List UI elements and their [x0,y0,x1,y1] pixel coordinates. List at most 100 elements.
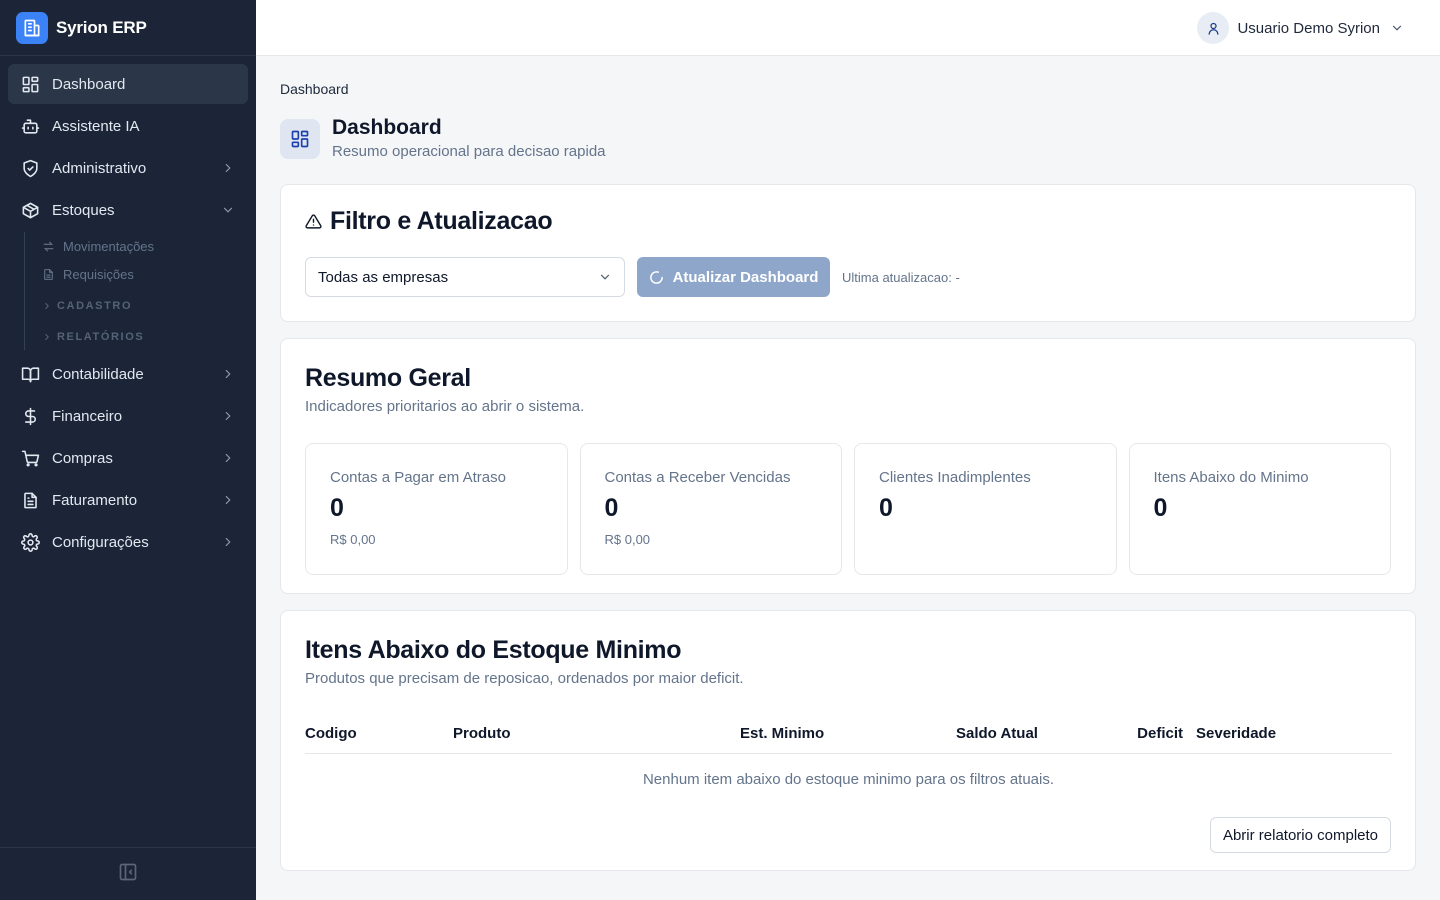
submenu-item-movimentacoes[interactable]: Movimentações [41,232,248,260]
company-select-value: Todas as empresas [318,268,449,286]
summary-title: Resumo Geral [305,364,471,392]
user-icon [1197,12,1230,44]
sidebar-item-label: Estoques [52,201,115,219]
submenu-item-requisicoes[interactable]: Requisições [41,260,248,288]
sidebar-item-label: Administrativo [52,159,147,177]
file-text-icon [20,490,40,510]
filter-card-title: Filtro e Atualizacao [330,206,553,235]
stock-table-subtitle: Produtos que precisam de reposicao, orde… [305,670,744,687]
stock-table-title: Itens Abaixo do Estoque Minimo [305,636,682,664]
dashboard-grid-icon [20,74,40,94]
filter-card: Filtro e Atualizacao Todas as empresas A… [280,184,1416,322]
kpi-value: 0 [330,494,344,522]
sidebar-item-label: Financeiro [52,407,123,425]
page-header: Dashboard Resumo operacional para decisa… [280,116,1416,162]
kpi-grid: Contas a Pagar em Atraso 0 R$ 0,00 Conta… [305,443,1391,575]
sidebar-item-dashboard[interactable]: Dashboard [8,64,248,104]
kpi-value: 0 [1153,494,1168,522]
cart-icon [20,448,40,468]
sidebar-item-financeiro[interactable]: Financeiro [8,396,248,436]
column-header-produto[interactable]: Produto [453,717,740,754]
sidebar-item-label: Compras [52,449,113,467]
kpi-label: Contas a Receber Vencidas [604,469,791,486]
kpi-card-contas-pagar-atraso[interactable]: Contas a Pagar em Atraso 0 R$ 0,00 [305,443,568,575]
kpi-card-contas-receber-vencidas[interactable]: Contas a Receber Vencidas 0 R$ 0,00 [579,443,842,575]
chevron-down-icon [1390,21,1404,35]
chevron-down-icon [220,202,236,218]
submenu-group-relatorios[interactable]: RELATÓRIOS [41,319,248,350]
summary-card: Resumo Geral Indicadores prioritarios ao… [280,338,1416,594]
sidebar: Syrion ERP Dashboard Assistente IA Admin… [0,0,256,900]
dollar-icon [20,406,40,426]
stock-below-minimum-card: Itens Abaixo do Estoque Minimo Produtos … [280,610,1416,871]
column-header-deficit[interactable]: Deficit [1124,717,1183,754]
estoques-submenu: Movimentações Requisições CADASTRO RELAT… [24,232,248,350]
breadcrumb[interactable]: Dashboard [280,81,1416,99]
kpi-card-itens-abaixo-minimo[interactable]: Itens Abaixo do Minimo 0 [1128,443,1391,575]
chevron-right-icon [220,492,236,508]
chevron-right-icon [220,160,236,176]
table-empty-message: Nenhum item abaixo do estoque minimo par… [642,770,1055,788]
table-header-row: Codigo Produto Est. Minimo Saldo Atual D… [305,717,1392,754]
page-title: Dashboard [332,116,442,139]
brand[interactable]: Syrion ERP [0,0,256,56]
panel-collapse-icon[interactable] [118,862,138,887]
kpi-label: Clientes Inadimplentes [879,469,1031,486]
user-name: Usuario Demo Syrion [1237,19,1380,37]
gear-icon [20,532,40,552]
kpi-value: 0 [604,494,619,522]
kpi-value: 0 [879,494,893,522]
chevron-down-icon [598,270,612,284]
open-full-report-button[interactable]: Abrir relatorio completo [1209,817,1391,853]
sidebar-item-estoques[interactable]: Estoques [8,190,248,230]
loading-spinner-icon [649,269,665,285]
top-bar: Usuario Demo Syrion [256,0,1440,56]
submenu-group-cadastro[interactable]: CADASTRO [41,288,248,319]
chevron-right-icon [220,408,236,424]
page-subtitle: Resumo operacional para decisao rapida [332,143,606,160]
column-header-saldo-atual[interactable]: Saldo Atual [956,717,1124,754]
bot-icon [20,116,40,136]
refresh-dashboard-label: Atualizar Dashboard [672,268,819,286]
kpi-card-clientes-inadimplentes[interactable]: Clientes Inadimplentes 0 [854,443,1117,575]
column-header-severidade[interactable]: Severidade [1183,717,1392,754]
kpi-amount: R$ 0,00 [604,532,651,547]
kpi-label: Contas a Pagar em Atraso [330,469,506,486]
chevron-right-icon [220,450,236,466]
shield-icon [20,158,40,178]
sidebar-item-label: Configurações [52,533,149,551]
sidebar-item-configuracoes[interactable]: Configurações [8,522,248,562]
submenu-item-label: Requisições [63,266,134,282]
refresh-dashboard-button[interactable]: Atualizar Dashboard [637,257,830,297]
brand-name: Syrion ERP [56,17,147,37]
sidebar-nav: Dashboard Assistente IA Administrativo E… [0,56,256,562]
chevron-right-icon [41,331,53,343]
column-header-codigo[interactable]: Codigo [305,717,453,754]
kpi-label: Itens Abaixo do Minimo [1153,469,1309,486]
table-row-empty: Nenhum item abaixo do estoque minimo par… [305,753,1392,805]
chevron-right-icon [41,300,53,312]
submenu-item-label: Movimentações [63,238,155,254]
sidebar-item-contabilidade[interactable]: Contabilidade [8,354,248,394]
building-icon [16,11,48,44]
sidebar-footer [0,847,256,900]
submenu-group-label: CADASTRO [57,299,133,312]
company-select[interactable]: Todas as empresas [305,257,625,297]
sidebar-item-compras[interactable]: Compras [8,438,248,478]
sidebar-item-faturamento[interactable]: Faturamento [8,480,248,520]
column-header-est-minimo[interactable]: Est. Minimo [740,717,956,754]
user-menu[interactable]: Usuario Demo Syrion [1197,12,1404,44]
arrows-swap-icon [41,239,55,253]
dashboard-grid-icon [280,119,320,159]
sidebar-item-label: Assistente IA [52,117,140,135]
sidebar-item-assistente-ia[interactable]: Assistente IA [8,106,248,146]
sidebar-item-label: Faturamento [52,491,138,509]
sidebar-item-administrativo[interactable]: Administrativo [8,148,248,188]
main-content: Dashboard Dashboard Resumo operacional p… [280,56,1416,871]
submenu-group-label: RELATÓRIOS [57,330,145,343]
sidebar-item-label: Dashboard [52,75,126,93]
package-icon [20,200,40,220]
book-icon [20,364,40,384]
file-icon [41,267,55,281]
chevron-right-icon [220,366,236,382]
